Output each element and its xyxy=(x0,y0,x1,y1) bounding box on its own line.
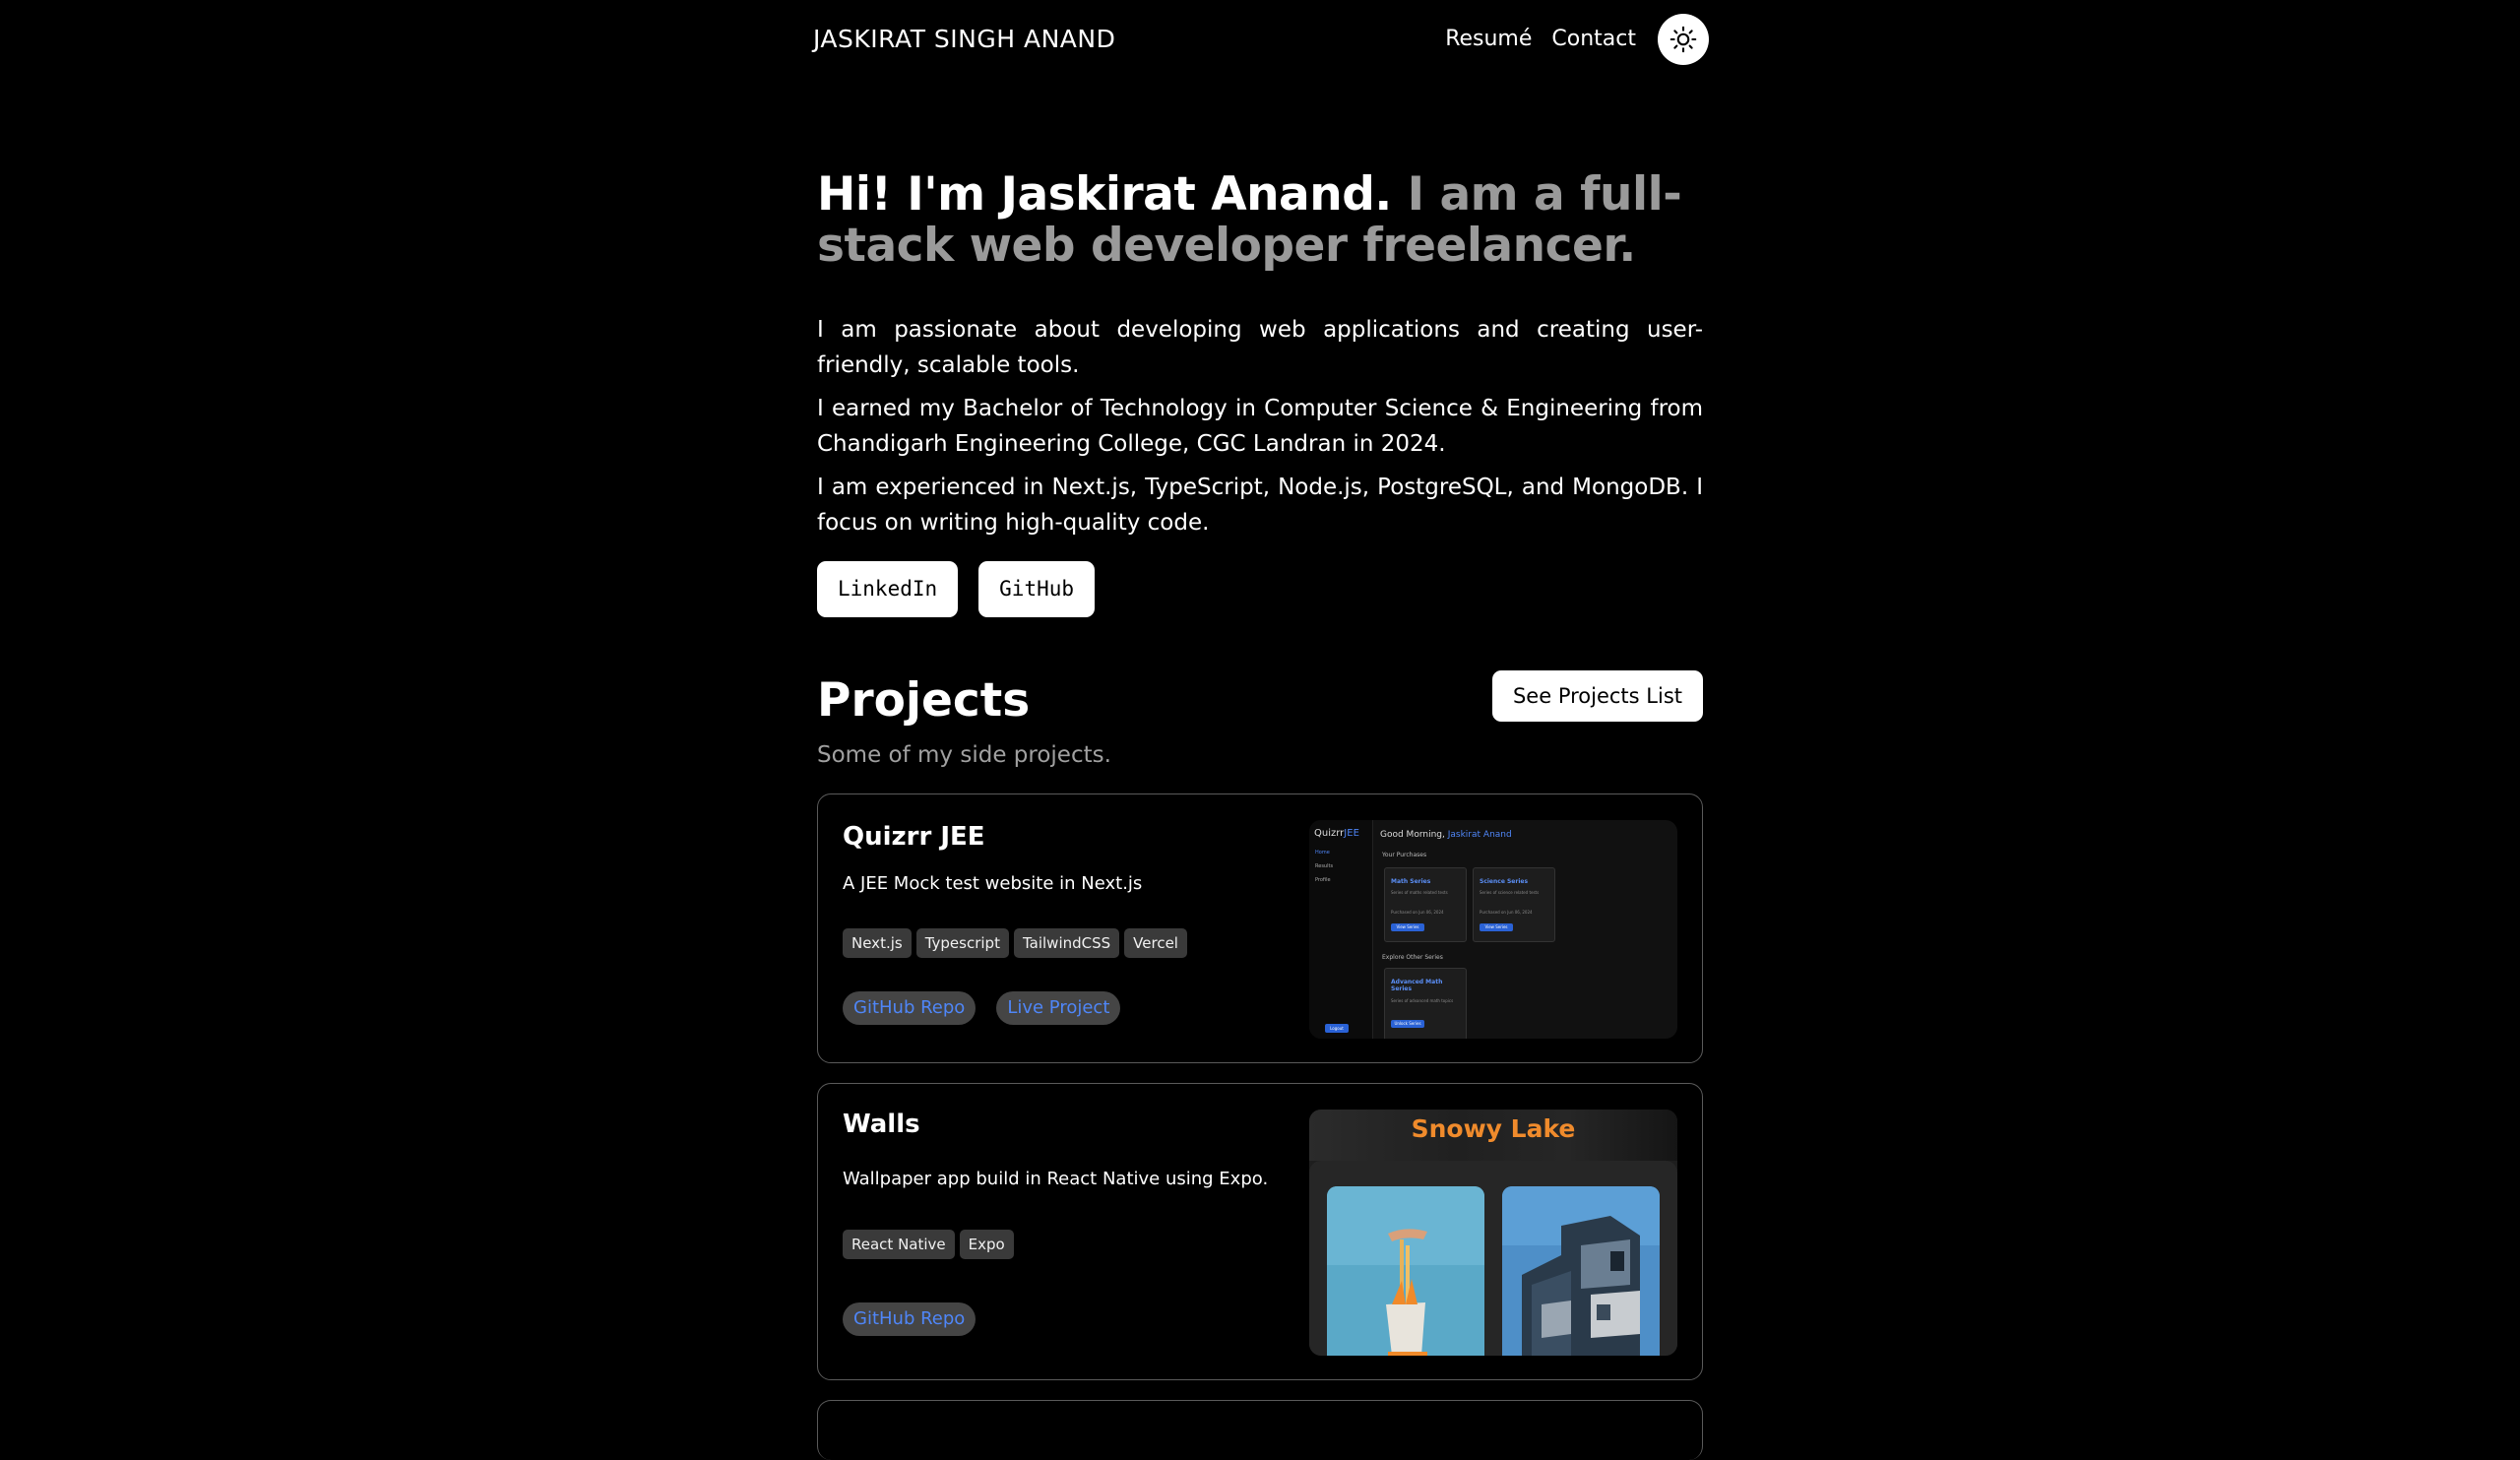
projects-header: Projects Some of my side projects. See P… xyxy=(817,662,1703,768)
top-nav: JASKIRAT SINGH ANAND Resumé Contact xyxy=(813,0,1709,79)
tech-tag: React Native xyxy=(843,1230,955,1259)
preview-greeting: Good Morning, Jaskirat Anand xyxy=(1380,830,1512,840)
projects-subtitle: Some of my side projects. xyxy=(817,742,1111,768)
project-links: GitHub Repo Live Project xyxy=(843,991,1141,1025)
preview-series-card: Science Series Series of science related… xyxy=(1473,867,1555,942)
preview-title: Snowy Lake xyxy=(1411,1114,1576,1143)
project-title: Walls xyxy=(843,1110,920,1139)
linkedin-button[interactable]: LinkedIn xyxy=(817,561,959,617)
bio-paragraph: I am experienced in Next.js, TypeScript,… xyxy=(817,475,1703,536)
project-description: A JEE Mock test website in Next.js xyxy=(843,873,1143,894)
tech-tag: Typescript xyxy=(915,928,1009,958)
hero-heading: Hi! I'm Jaskirat Anand. I am a full-stac… xyxy=(817,169,1703,272)
preview-logo: QuizrrJEE xyxy=(1314,828,1359,839)
sun-icon xyxy=(1670,26,1697,53)
social-links: LinkedIn GitHub xyxy=(817,561,1703,617)
github-button[interactable]: GitHub xyxy=(978,561,1096,617)
live-project-link[interactable]: Live Project xyxy=(996,991,1121,1025)
preview-series-card: Math Series Series of maths related test… xyxy=(1384,867,1467,942)
site-brand[interactable]: JASKIRAT SINGH ANAND xyxy=(813,25,1115,53)
project-tags: Next.js Typescript TailwindCSS Vercel xyxy=(843,928,1192,958)
project-card[interactable] xyxy=(817,1400,1703,1460)
wallpaper-thumbnail xyxy=(1502,1186,1660,1356)
preview-nav-item: Results xyxy=(1315,863,1334,869)
tech-tag: Vercel xyxy=(1124,928,1187,958)
project-description: Wallpaper app build in React Native usin… xyxy=(843,1169,1269,1189)
nav-links: Resumé Contact xyxy=(1445,13,1709,66)
walls-preview-image: Snowy Lake xyxy=(1309,1110,1677,1356)
preview-section-label: Explore Other Series xyxy=(1382,954,1443,961)
preview-section-label: Your Purchases xyxy=(1382,852,1427,858)
preview-sidebar: QuizrrJEE Home Results Profile Logout xyxy=(1309,820,1373,1039)
preview-series-card: Advanced Math Series Series of advanced … xyxy=(1384,968,1467,1039)
project-links: GitHub Repo xyxy=(843,1302,996,1336)
preview-nav-item: Home xyxy=(1315,850,1330,856)
preview-logout: Logout xyxy=(1325,1024,1349,1033)
bio-paragraph: I earned my Bachelor of Technology in Co… xyxy=(817,396,1703,457)
tech-tag: Next.js xyxy=(843,928,912,958)
hero-greeting: Hi! I'm Jaskirat Anand. xyxy=(817,167,1392,222)
preview-nav-item: Profile xyxy=(1315,877,1331,883)
github-repo-link[interactable]: GitHub Repo xyxy=(843,1302,976,1336)
hero-section: Hi! I'm Jaskirat Anand. I am a full-stac… xyxy=(817,169,1703,617)
wallpaper-thumbnail xyxy=(1327,1186,1484,1356)
project-card-quizrr[interactable]: Quizrr JEE A JEE Mock test website in Ne… xyxy=(817,793,1703,1063)
tech-tag: Expo xyxy=(959,1230,1014,1259)
project-title: Quizrr JEE xyxy=(843,822,985,852)
tech-tag: TailwindCSS xyxy=(1013,928,1120,958)
theme-toggle-button[interactable] xyxy=(1658,14,1709,65)
github-repo-link[interactable]: GitHub Repo xyxy=(843,991,976,1025)
project-tags: React Native Expo xyxy=(843,1230,1019,1259)
see-projects-list-button[interactable]: See Projects List xyxy=(1491,670,1703,722)
bio-paragraph: I am passionate about developing web app… xyxy=(817,317,1703,378)
nav-link-contact[interactable]: Contact xyxy=(1551,13,1636,66)
bio: I am passionate about developing web app… xyxy=(817,313,1703,540)
nav-link-resume[interactable]: Resumé xyxy=(1445,13,1532,66)
quizrr-preview-image: QuizrrJEE Home Results Profile Logout Go… xyxy=(1309,820,1677,1039)
project-card-walls[interactable]: Walls Wallpaper app build in React Nativ… xyxy=(817,1083,1703,1380)
